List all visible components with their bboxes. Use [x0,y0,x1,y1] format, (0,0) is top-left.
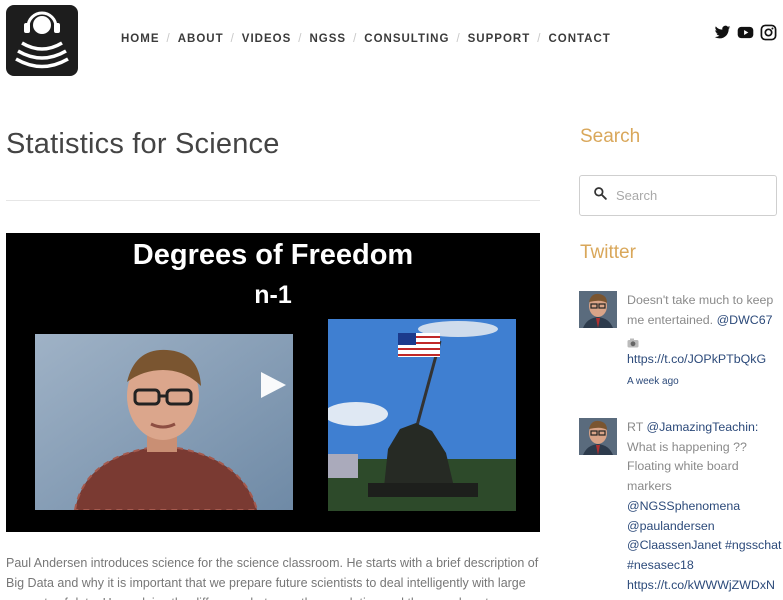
camera-emoji-icon [627,335,639,348]
nav-separator: / [298,33,303,45]
title-divider [6,200,540,201]
tweet-url-link[interactable]: https://t.co/kWWWjZWDxN [627,578,775,592]
nav-separator: / [537,33,542,45]
headphones-logo-icon [15,11,69,69]
main-nav: HOME / ABOUT / VIDEOS / NGSS / CONSULTIN… [121,33,611,45]
iwo-jima-memorial-image [328,319,516,511]
tweet-mention-link[interactable]: @ClaassenJanet #ngsschat #nesasec18 [627,538,781,572]
tweet-text: RT @JamazingTeachin: What is happening ?… [627,418,783,595]
youtube-icon[interactable] [737,24,754,41]
twitter-icon[interactable] [714,24,731,41]
nav-item-videos[interactable]: VIDEOS [242,33,291,45]
social-links [714,24,777,41]
avatar[interactable] [579,291,617,328]
nav-item-contact[interactable]: CONTACT [548,33,610,45]
nav-item-consulting[interactable]: CONSULTING [364,33,449,45]
video-player[interactable]: Degrees of Freedom n-1 [6,233,540,532]
avatar[interactable] [579,418,617,455]
search-box [579,175,777,216]
retweet-prefix: RT [627,420,644,434]
instagram-icon[interactable] [760,24,777,41]
nav-separator: / [230,33,235,45]
nav-item-about[interactable]: ABOUT [178,33,224,45]
tweet-timestamp[interactable]: A week ago [627,372,783,392]
tweet-url-link[interactable]: https://t.co/JOPkPTbQkG [627,352,766,366]
video-title-line2: n-1 [254,281,292,309]
search-heading: Search [580,126,641,147]
tweet-body: What is happening ?? Floating white boar… [627,439,747,494]
nav-separator: / [166,33,171,45]
tweet-mention-link[interactable]: @JamazingTeachin: [647,420,759,434]
nav-item-support[interactable]: SUPPORT [468,33,531,45]
tweet-mention-link[interactable]: @NGSSphenomena [627,499,740,513]
tweet-mention-link[interactable]: @paulandersen [627,519,715,533]
site-logo[interactable] [6,5,78,76]
search-input[interactable] [616,188,766,203]
tweet-mention-link[interactable]: @DWC67 [717,313,773,327]
play-icon[interactable] [261,372,286,398]
search-icon [593,186,607,205]
nav-separator: / [353,33,358,45]
nav-separator: / [456,33,461,45]
video-description: Paul Andersen introduces science for the… [6,556,539,600]
video-title-line1: Degrees of Freedom [132,239,414,271]
tweet-text: Doesn't take much to keep me entertained… [627,291,783,392]
page-title: Statistics for Science [6,128,280,160]
twitter-heading: Twitter [580,242,636,263]
nav-item-ngss[interactable]: NGSS [309,33,346,45]
presenter-thumbnail-image [35,334,293,510]
nav-item-home[interactable]: HOME [121,33,160,45]
